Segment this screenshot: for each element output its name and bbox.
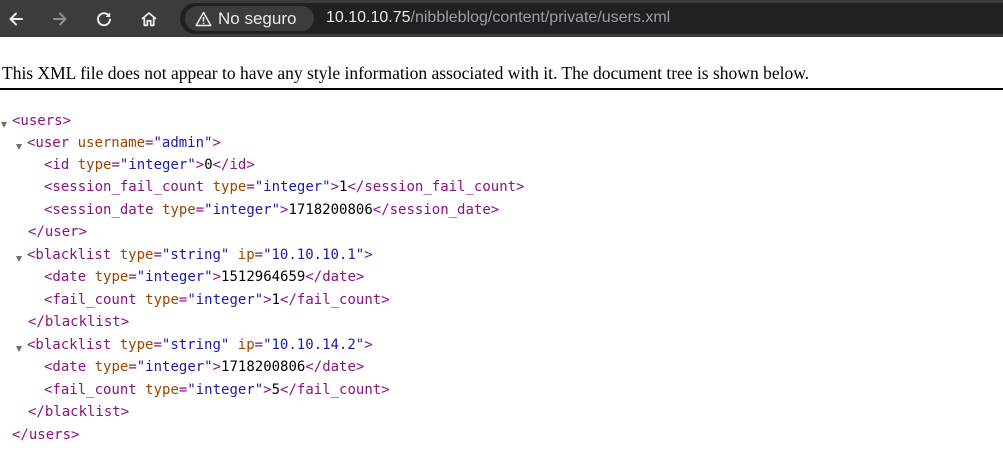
home-icon xyxy=(141,12,157,27)
xml-tag: <session_fail_count xyxy=(44,179,205,195)
home-button[interactable] xyxy=(136,6,162,32)
xml-tag: <fail_count xyxy=(44,292,137,308)
xml-node-blacklist-2-fail-count: <fail_count type="integer">5</fail_count… xyxy=(44,382,390,398)
xml-tag: <blacklist xyxy=(27,247,112,263)
xml-node-user-close: </user> xyxy=(28,221,87,243)
xml-tag: <user xyxy=(27,135,70,151)
browser-toolbar: No seguro 10.10.10.75/nibbleblog/content… xyxy=(0,0,1003,37)
xml-attr-name: type xyxy=(145,382,179,398)
xml-attr-name: type xyxy=(119,337,154,353)
forward-button[interactable] xyxy=(47,6,73,32)
xml-node-users-open: <users> xyxy=(12,110,71,132)
collapse-arrow-blacklist-1[interactable] xyxy=(16,256,22,262)
back-button[interactable] xyxy=(3,6,29,32)
url-path: /nibbleblog/content/private/users.xml xyxy=(410,9,671,26)
xml-attr-value: "integer" xyxy=(254,179,331,195)
arrow-right-icon xyxy=(53,12,67,26)
xml-text-value: 1 xyxy=(271,292,281,308)
xml-node-user-open: <user username="admin"> xyxy=(27,135,221,151)
collapse-arrow-users[interactable] xyxy=(1,122,7,128)
reload-button[interactable] xyxy=(91,6,117,32)
xml-attr-value: "10.10.10.1" xyxy=(263,247,365,263)
xml-tag: </id> xyxy=(212,157,255,173)
url-host: 10.10.10.75 xyxy=(326,9,411,26)
reload-icon xyxy=(97,12,111,27)
xml-tag: <date xyxy=(44,269,87,285)
xml-attr-name: type xyxy=(94,269,129,285)
xml-node-blacklist-2-close: </blacklist> xyxy=(28,401,129,423)
xml-attr-name: ip xyxy=(237,337,255,353)
xml-attr-name: type xyxy=(162,202,196,218)
xml-text-value: 1718200806 xyxy=(288,202,373,218)
xml-tag: </session_date> xyxy=(372,202,500,218)
xml-node-session-fail-count: <session_fail_count type="integer">1</se… xyxy=(44,179,525,195)
xml-attr-value: "integer" xyxy=(119,157,196,173)
xml-attr-value: "integer" xyxy=(187,292,264,308)
xml-tag: </users> xyxy=(12,427,80,443)
xml-node-blacklist-1-fail-count: <fail_count type="integer">1</fail_count… xyxy=(44,292,390,308)
xml-attr-name: username xyxy=(77,135,146,151)
xml-node-blacklist-1-close: </blacklist> xyxy=(28,311,129,333)
xml-node-blacklist-1-open: <blacklist type="string" ip="10.10.10.1"… xyxy=(27,247,373,263)
xml-tag: <users> xyxy=(12,113,72,129)
xml-style-notice: This XML file does not appear to have an… xyxy=(0,37,1003,90)
xml-text-value: 1512964659 xyxy=(221,269,306,285)
xml-tag: </date> xyxy=(305,359,365,375)
xml-attr-name: type xyxy=(119,247,154,263)
xml-node-id: <id type="integer">0</id> xyxy=(44,157,255,173)
xml-style-notice-text: This XML file does not appear to have an… xyxy=(2,63,810,83)
xml-node-users-close: </users> xyxy=(12,424,79,446)
warning-triangle-icon xyxy=(195,11,212,26)
xml-attr-value: "admin" xyxy=(153,135,213,151)
collapse-arrow-blacklist-2[interactable] xyxy=(16,346,22,352)
xml-text-value: 5 xyxy=(271,382,281,398)
xml-tag: </fail_count> xyxy=(280,292,390,308)
xml-attr-value: "string" xyxy=(161,337,230,353)
address-bar[interactable]: No seguro 10.10.10.75/nibbleblog/content… xyxy=(180,3,1003,34)
xml-attr-value: "integer" xyxy=(204,202,281,218)
xml-tag: </fail_count> xyxy=(280,382,390,398)
url-text[interactable]: 10.10.10.75/nibbleblog/content/private/u… xyxy=(326,9,670,27)
xml-attr-name: type xyxy=(145,292,179,308)
xml-text-value: 0 xyxy=(204,157,213,173)
xml-tag: <session_date xyxy=(44,202,154,218)
xml-tag: <blacklist xyxy=(27,337,112,353)
xml-attr-value: "integer" xyxy=(136,269,213,285)
xml-attr-value: "10.10.14.2" xyxy=(263,337,365,353)
xml-tag: <date xyxy=(44,359,87,375)
xml-tag: </blacklist> xyxy=(28,404,130,420)
arrow-left-icon xyxy=(9,12,23,26)
security-indicator[interactable]: No seguro xyxy=(185,6,314,31)
xml-attr-name: type xyxy=(77,157,112,173)
xml-attr-name: type xyxy=(94,359,129,375)
xml-node-session-date: <session_date type="integer">1718200806<… xyxy=(44,202,500,218)
xml-node-blacklist-1-date: <date type="integer">1512964659</date> xyxy=(44,269,365,285)
xml-attr-name: ip xyxy=(237,247,255,263)
xml-attr-name: type xyxy=(212,179,247,195)
xml-attr-value: "integer" xyxy=(136,359,213,375)
xml-tag: </blacklist> xyxy=(28,314,130,330)
xml-tag: </session_fail_count> xyxy=(347,179,525,195)
security-label: No seguro xyxy=(218,8,297,28)
xml-node-blacklist-2-date: <date type="integer">1718200806</date> xyxy=(44,359,365,375)
xml-text-value: 1718200806 xyxy=(221,359,306,375)
xml-tag: </date> xyxy=(305,269,365,285)
xml-tag: <fail_count xyxy=(44,382,137,398)
xml-node-blacklist-2-open: <blacklist type="string" ip="10.10.14.2"… xyxy=(27,337,373,353)
collapse-arrow-user[interactable] xyxy=(16,144,22,150)
xml-tag: <id xyxy=(44,157,70,173)
xml-attr-value: "integer" xyxy=(187,382,264,398)
xml-tag: </user> xyxy=(28,224,88,240)
xml-attr-value: "string" xyxy=(161,247,230,263)
